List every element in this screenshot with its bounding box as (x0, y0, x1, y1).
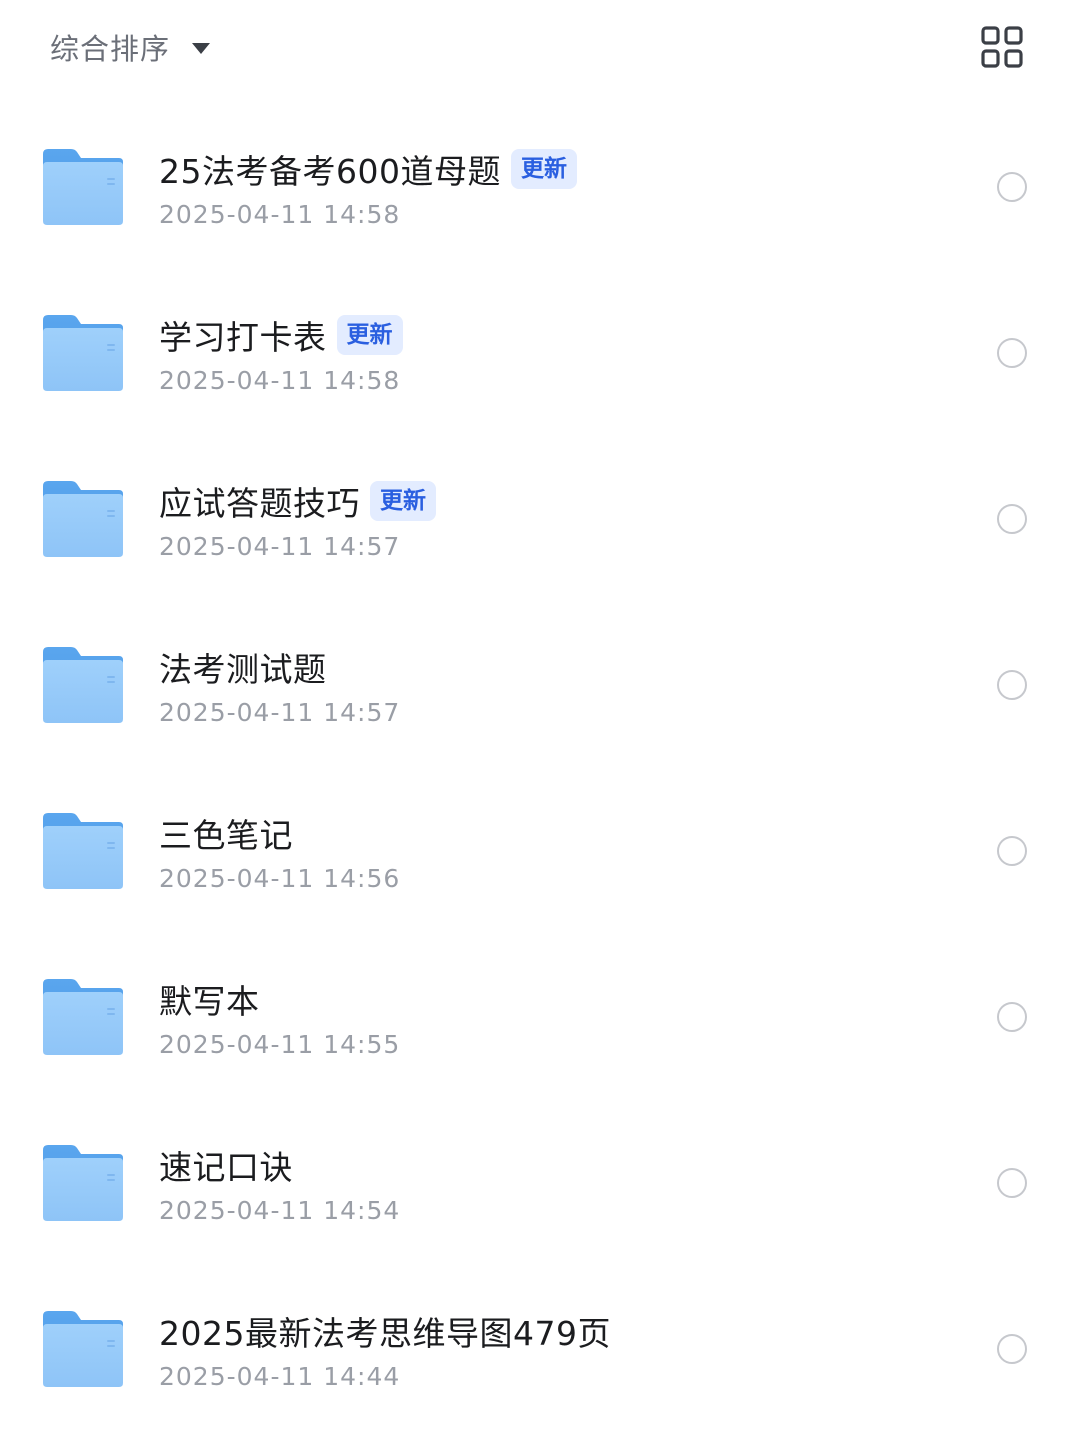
list-item[interactable]: 应试答题技巧 更新 2025-04-11 14:57 (0, 436, 1080, 602)
select-radio[interactable] (997, 670, 1027, 700)
file-date: 2025-04-11 14:58 (159, 366, 401, 395)
file-name: 应试答题技巧 (159, 484, 360, 523)
file-date: 2025-04-11 14:55 (159, 1030, 401, 1059)
select-radio[interactable] (997, 1334, 1027, 1364)
caret-down-icon (192, 42, 211, 54)
select-radio[interactable] (997, 172, 1027, 202)
list-item[interactable]: 速记口诀 2025-04-11 14:54 (0, 1100, 1080, 1266)
list-item[interactable]: 2025最新法考思维导图479页 2025-04-11 14:44 (0, 1266, 1080, 1432)
title-line: 2025最新法考思维导图479页 (159, 1308, 611, 1354)
folder-icon (41, 480, 125, 558)
file-name: 速记口诀 (159, 1148, 293, 1187)
update-badge: 更新 (336, 315, 403, 355)
select-radio[interactable] (997, 504, 1027, 534)
file-date: 2025-04-11 14:57 (159, 532, 401, 561)
folder-icon (41, 1144, 125, 1222)
toolbar: 综合排序 (0, 0, 1080, 92)
file-list: 25法考备考600道母题 更新 2025-04-11 14:58 学习打卡表 更… (0, 104, 1080, 1432)
title-line: 三色笔记 (159, 810, 293, 856)
folder-icon (41, 978, 125, 1056)
folder-icon (41, 148, 125, 226)
list-item[interactable]: 法考测试题 2025-04-11 14:57 (0, 602, 1080, 768)
file-date: 2025-04-11 14:44 (159, 1362, 401, 1391)
title-line: 25法考备考600道母题 更新 (159, 146, 577, 192)
file-name: 学习打卡表 (159, 318, 327, 357)
file-date: 2025-04-11 14:57 (159, 698, 401, 727)
sort-dropdown[interactable]: 综合排序 (50, 22, 211, 72)
select-radio[interactable] (997, 338, 1027, 368)
list-item[interactable]: 25法考备考600道母题 更新 2025-04-11 14:58 (0, 104, 1080, 270)
file-name: 三色笔记 (159, 816, 293, 855)
folder-icon (41, 314, 125, 392)
list-item[interactable]: 三色笔记 2025-04-11 14:56 (0, 768, 1080, 934)
list-item[interactable]: 学习打卡表 更新 2025-04-11 14:58 (0, 270, 1080, 436)
folder-icon (41, 812, 125, 890)
title-line: 法考测试题 (159, 644, 327, 690)
grid-view-icon[interactable] (981, 26, 1023, 68)
title-line: 默写本 (159, 976, 260, 1022)
list-item[interactable]: 默写本 2025-04-11 14:55 (0, 934, 1080, 1100)
folder-icon (41, 646, 125, 724)
file-name: 25法考备考600道母题 (159, 152, 501, 191)
file-date: 2025-04-11 14:56 (159, 864, 401, 893)
file-date: 2025-04-11 14:58 (159, 200, 401, 229)
select-radio[interactable] (997, 1002, 1027, 1032)
title-line: 速记口诀 (159, 1142, 293, 1188)
title-line: 应试答题技巧 更新 (159, 478, 436, 524)
select-radio[interactable] (997, 1168, 1027, 1198)
file-date: 2025-04-11 14:54 (159, 1196, 401, 1225)
folder-icon (41, 1310, 125, 1388)
file-name: 2025最新法考思维导图479页 (159, 1314, 611, 1353)
file-browser: 综合排序 25法考备考600道母题 更新 2025-04-11 14:58 学习… (0, 0, 1080, 1435)
select-radio[interactable] (997, 836, 1027, 866)
sort-label: 综合排序 (50, 32, 171, 66)
file-name: 法考测试题 (159, 650, 327, 689)
update-badge: 更新 (510, 149, 577, 189)
update-badge: 更新 (370, 481, 436, 521)
title-line: 学习打卡表 更新 (159, 312, 403, 358)
file-name: 默写本 (159, 982, 260, 1021)
